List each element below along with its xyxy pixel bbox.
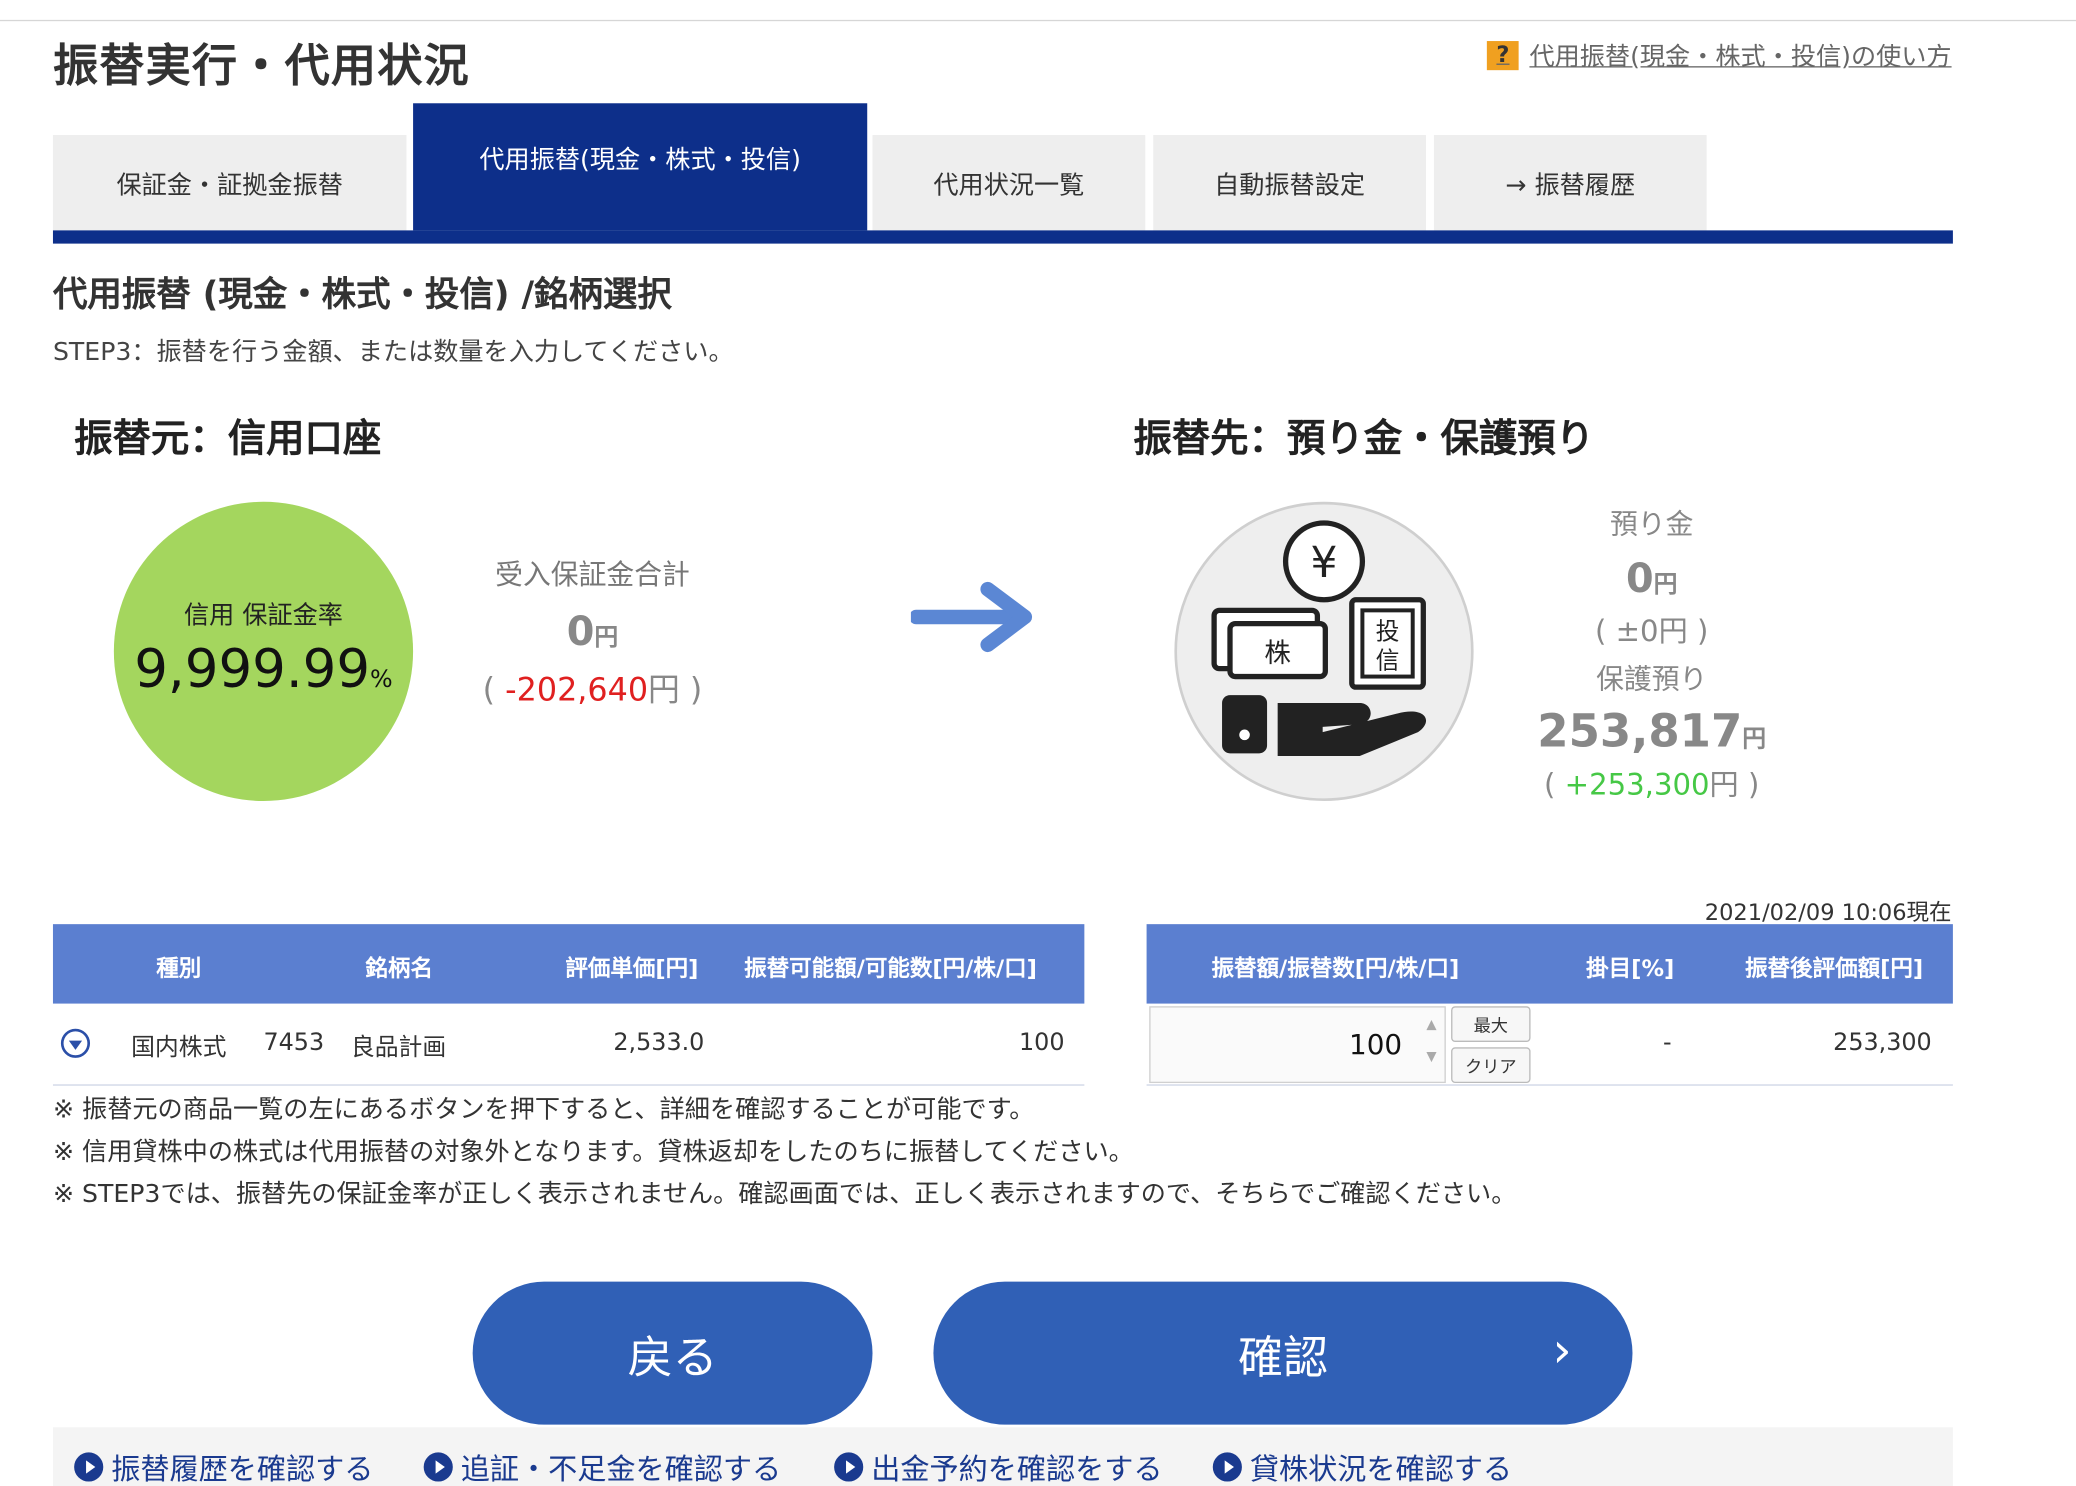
yen-coin-icon: ¥ xyxy=(1282,520,1366,603)
custody-value: 253,817円 xyxy=(1537,705,1767,759)
link-bullet-icon xyxy=(1212,1452,1242,1482)
section-subtitle: 代用振替 (現金・株式・投信) /銘柄選択 xyxy=(52,275,672,316)
step-instruction: STEP3：振替を行う金額、または数量を入力してください。 xyxy=(52,337,734,367)
transfer-table-header: 振替額/振替数[円/株/口] 掛目[%] 振替後評価額[円] xyxy=(1146,924,1953,1004)
cell-available: 100 xyxy=(1019,1028,1065,1057)
open-hand-icon xyxy=(1222,695,1427,757)
footer-links: 振替履歴を確認する 追証・不足金を確認する 出金予約を確認をする 貸株状況を確認… xyxy=(52,1427,1953,1486)
max-button[interactable]: 最大 xyxy=(1451,1006,1531,1042)
arrow-right-icon xyxy=(910,581,1033,653)
svg-text:¥: ¥ xyxy=(1311,538,1338,587)
cell-after-value: 253,300 xyxy=(1833,1028,1932,1057)
tab-transfer-history[interactable]: → 振替履歴 xyxy=(1433,135,1707,231)
source-summary: 受入保証金合計 0円 ( -202,640円 ) xyxy=(450,553,735,709)
destination-icon-circle: ¥ 株 投 信 xyxy=(1174,501,1474,802)
source-holdings-table: 種別 銘柄名 評価単価[円] 振替可能額/可能数[円/株/口] 国内株式 745… xyxy=(52,924,1085,1086)
tab-margin-transfer[interactable]: 保証金・証拠金振替 xyxy=(52,135,407,231)
transfer-input-table: 振替額/振替数[円/株/口] 掛目[%] 振替後評価額[円] ▲ ▼ 最大 クリ… xyxy=(1146,924,1953,1086)
header-unit-price: 評価単価[円] xyxy=(565,955,699,983)
link-transfer-history[interactable]: 振替履歴を確認する xyxy=(74,1446,373,1486)
table-row: ▲ ▼ 最大 クリア - 253,300 xyxy=(1146,1004,1953,1086)
cell-ratio: - xyxy=(1662,1028,1672,1057)
cell-type: 国内株式 xyxy=(131,1034,227,1062)
page-title: 振替実行・代用状況 xyxy=(52,39,471,93)
help-link-label[interactable]: 代用振替(現金・株式・投信)の使い方 xyxy=(1529,37,1951,73)
link-margin-call[interactable]: 追証・不足金を確認する xyxy=(423,1446,781,1486)
quantity-input[interactable] xyxy=(1150,1007,1411,1082)
spin-down-icon[interactable]: ▼ xyxy=(1426,1050,1436,1065)
header-name: 銘柄名 xyxy=(365,955,433,983)
tab-underline xyxy=(52,230,1953,244)
timestamp: 2021/02/09 10:06現在 xyxy=(1704,900,1952,927)
fund-certificate-icon: 投 信 xyxy=(1349,597,1426,690)
chevron-right-icon: › xyxy=(1552,1324,1572,1379)
deposit-label: 預り金 xyxy=(1609,508,1694,541)
destination-summary: 預り金 0円 ( ±0円 ) 保護預り 253,817円 ( +253,300円… xyxy=(1509,503,1794,804)
custody-diff: ( +253,300円 ) xyxy=(1544,769,1760,803)
help-link[interactable]: ? 代用振替(現金・株式・投信)の使い方 xyxy=(1487,37,1952,73)
confirm-button[interactable]: 確認 › xyxy=(933,1281,1633,1425)
tab-collateral-status[interactable]: 代用状況一覧 xyxy=(872,135,1146,231)
back-button-label: 戻る xyxy=(627,1331,718,1385)
margin-ratio-label: 信用 保証金率 xyxy=(183,600,343,630)
received-margin-value: 0円 xyxy=(566,609,619,656)
header-available: 振替可能額/可能数[円/株/口] xyxy=(744,955,1037,983)
stock-card-icon: 株 xyxy=(1211,607,1328,680)
note-item: ※ 振替元の商品一覧の左にあるボタンを押下すると、詳細を確認することが可能です。 xyxy=(52,1094,1035,1125)
link-stock-lending[interactable]: 貸株状況を確認する xyxy=(1212,1446,1512,1486)
source-table-header: 種別 銘柄名 評価単価[円] 振替可能額/可能数[円/株/口] xyxy=(52,924,1085,1004)
note-item: ※ 信用貸株中の株式は代用振替の対象外となります。貸株返却をしたのちに振替してく… xyxy=(52,1137,1134,1167)
header-after-value: 振替後評価額[円] xyxy=(1745,955,1924,983)
destination-heading: 振替先：預り金・保護預り xyxy=(1133,415,1595,461)
link-withdrawal-reservation[interactable]: 出金予約を確認をする xyxy=(834,1446,1162,1486)
confirm-button-label: 確認 xyxy=(1237,1331,1328,1385)
notes: ※ 振替元の商品一覧の左にあるボタンを押下すると、詳細を確認することが可能です。… xyxy=(53,1088,1516,1215)
source-heading: 振替元：信用口座 xyxy=(74,415,382,461)
tab-collateral-transfer[interactable]: 代用振替(現金・株式・投信) xyxy=(413,103,868,231)
top-divider xyxy=(0,19,2076,22)
note-item: ※ STEP3では、振替先の保証金率が正しく表示されません。確認画面では、正しく… xyxy=(52,1179,1517,1209)
table-row: 国内株式 7453 良品計画 2,533.0 100 xyxy=(52,1004,1085,1086)
back-button[interactable]: 戻る xyxy=(472,1281,873,1425)
svg-text:投: 投 xyxy=(1376,617,1400,645)
svg-text:信: 信 xyxy=(1376,647,1400,675)
margin-ratio-value: 9,999.99% xyxy=(134,638,393,700)
spin-up-icon[interactable]: ▲ xyxy=(1426,1018,1436,1033)
header-quantity: 振替額/振替数[円/株/口] xyxy=(1211,955,1460,983)
cell-code: 7453 xyxy=(263,1028,325,1057)
deposit-value: 0円 xyxy=(1625,556,1678,603)
help-icon: ? xyxy=(1487,40,1519,70)
deposit-diff: ( ±0円 ) xyxy=(1595,615,1709,649)
quantity-stepper[interactable]: ▲ ▼ xyxy=(1149,1006,1446,1084)
clear-button[interactable]: クリア xyxy=(1451,1047,1531,1084)
received-margin-diff: ( -202,640円 ) xyxy=(482,671,703,709)
cell-name: 良品計画 xyxy=(350,1034,447,1062)
tab-bar: 保証金・証拠金振替 代用振替(現金・株式・投信) 代用状況一覧 自動振替設定 →… xyxy=(52,103,1953,245)
received-margin-label: 受入保証金合計 xyxy=(495,558,690,591)
expand-down-icon[interactable] xyxy=(60,1028,91,1058)
link-bullet-icon xyxy=(423,1452,453,1482)
link-bullet-icon xyxy=(74,1452,104,1482)
header-ratio: 掛目[%] xyxy=(1586,955,1675,983)
tab-auto-transfer[interactable]: 自動振替設定 xyxy=(1153,135,1426,231)
header-type: 種別 xyxy=(156,955,202,983)
svg-text:株: 株 xyxy=(1264,638,1290,669)
custody-label: 保護預り xyxy=(1596,663,1708,696)
margin-ratio-circle: 信用 保証金率 9,999.99% xyxy=(113,501,414,802)
cell-unit-price: 2,533.0 xyxy=(613,1028,705,1057)
link-bullet-icon xyxy=(834,1452,864,1482)
